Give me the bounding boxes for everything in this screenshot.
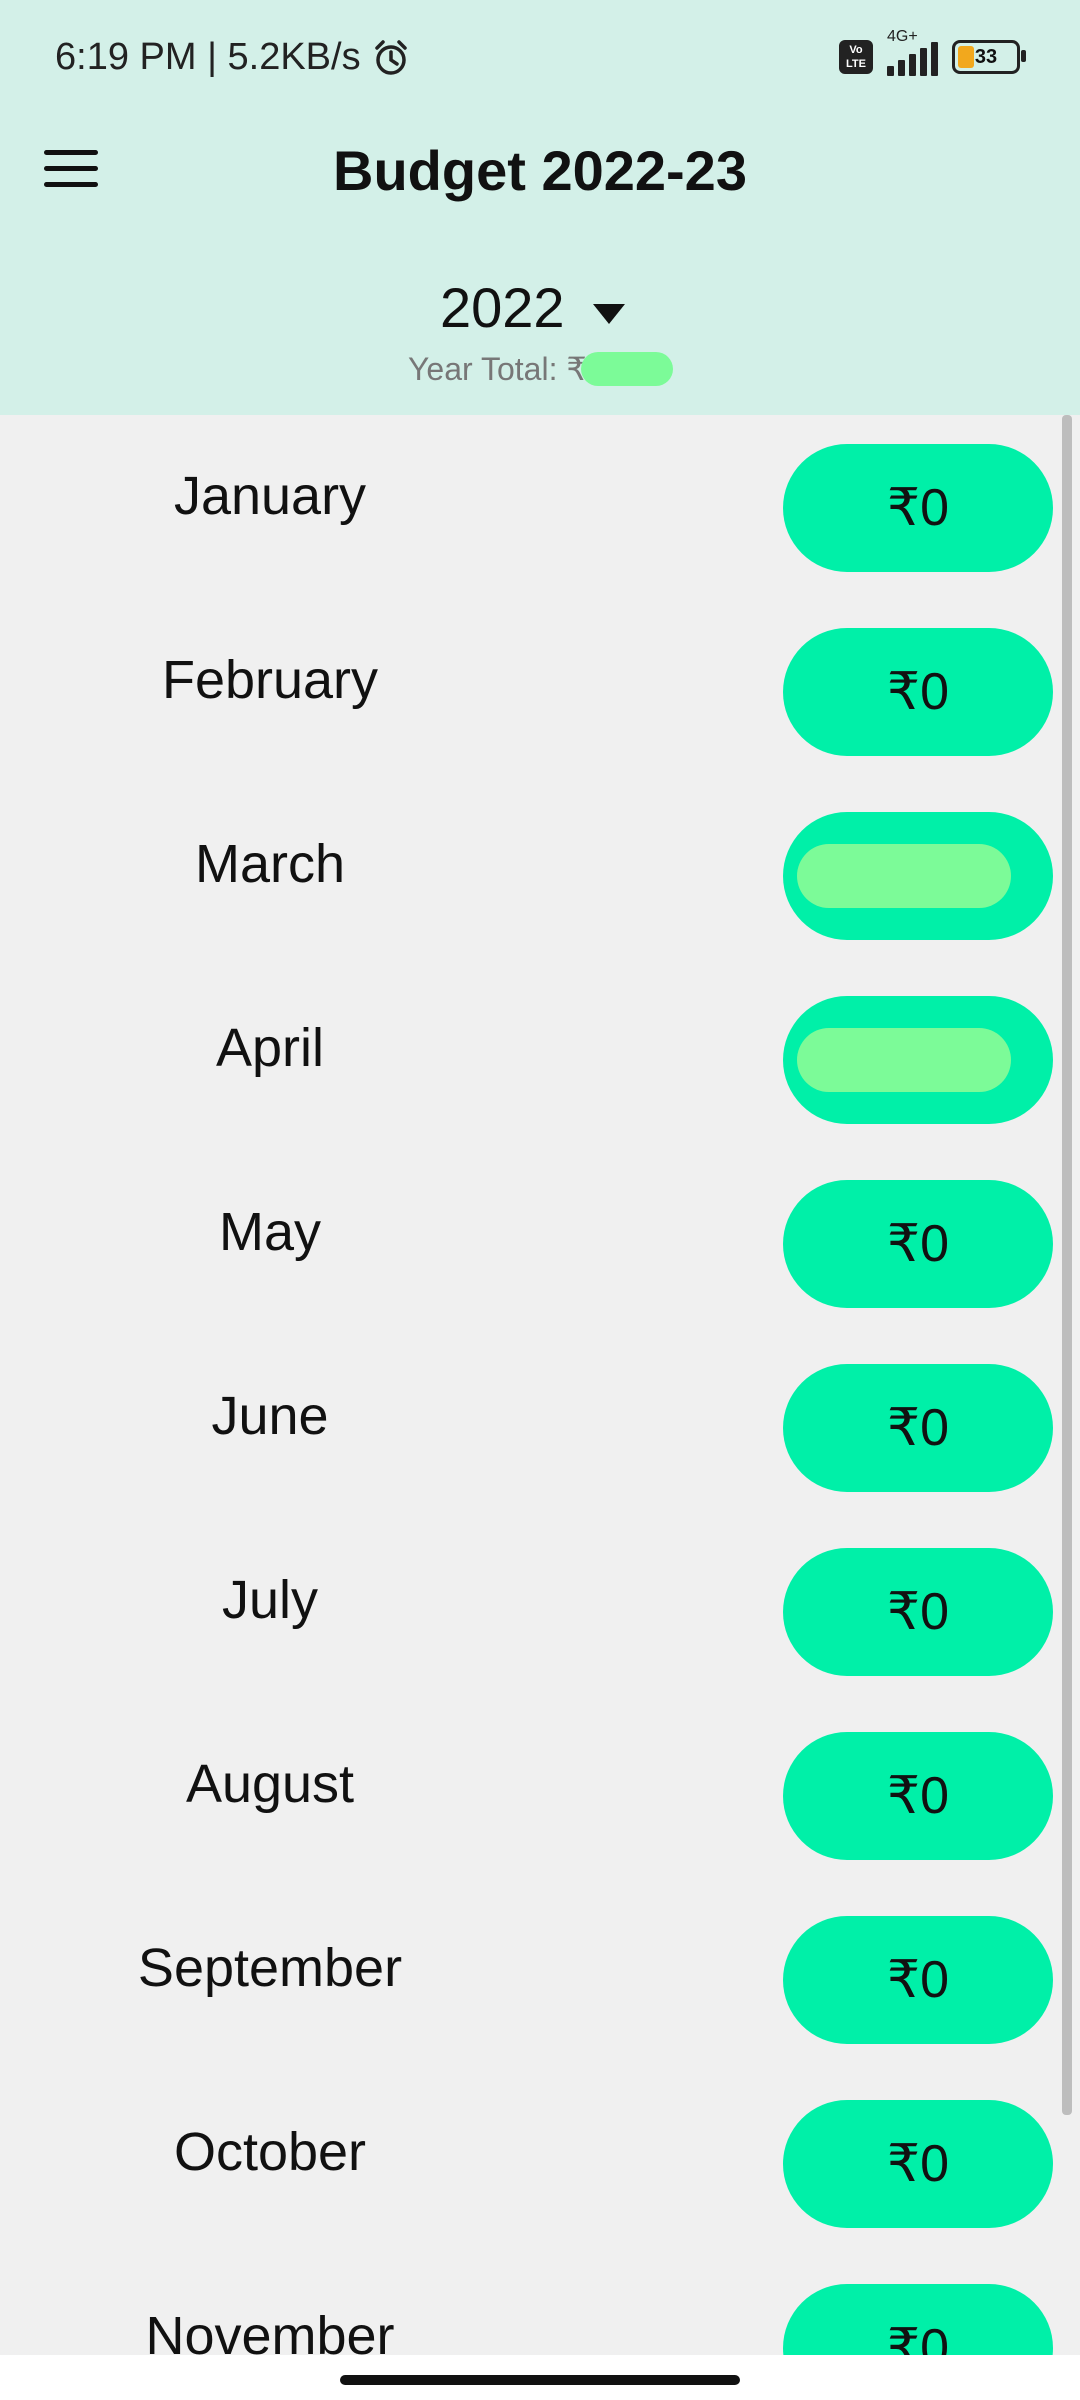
amount-value: ₹0 (886, 1583, 949, 1641)
month-row: March (0, 783, 1080, 967)
year-total-redacted (580, 352, 673, 386)
month-amount-button[interactable]: ₹0 (783, 1732, 1053, 1860)
month-row: October ₹0 (0, 2071, 1080, 2255)
redacted-amount (797, 844, 1011, 908)
amount-value: ₹0 (886, 479, 949, 537)
month-label: November (145, 2306, 395, 2355)
amount-value: ₹0 (886, 1951, 949, 2009)
status-time: 6:19 PM | 5.2KB/s (55, 36, 361, 78)
signal-icon: 4G+ (887, 28, 938, 76)
redacted-amount (797, 1028, 1011, 1092)
month-row: August ₹0 (0, 1703, 1080, 1887)
amount-value: ₹0 (886, 1767, 949, 1825)
month-list[interactable]: January ₹0 February ₹0 March April May ₹0 June ₹0… (0, 415, 1080, 2355)
month-amount-button[interactable]: ₹0 (783, 444, 1053, 572)
month-label: July (221, 1570, 319, 1630)
month-amount-button[interactable]: ₹0 (783, 628, 1053, 756)
month-label: February (161, 650, 379, 710)
alarm-icon (374, 39, 407, 75)
home-indicator[interactable] (340, 2375, 740, 2385)
dropdown-arrow-icon (592, 303, 625, 324)
amount-value: ₹0 (886, 1399, 949, 1457)
month-label: October (173, 2122, 367, 2182)
month-row: July ₹0 (0, 1519, 1080, 1703)
month-label: January (173, 466, 367, 526)
battery-level: 33 (974, 45, 998, 68)
month-amount-button[interactable]: ₹0 (783, 1364, 1053, 1492)
header: 6:19 PM | 5.2KB/s Vo LTE 4G+ 33 Budget 2… (0, 0, 1080, 415)
status-right: Vo LTE 4G+ 33 (839, 28, 1026, 76)
status-bar: 6:19 PM | 5.2KB/s Vo LTE 4G+ 33 (0, 0, 1080, 120)
month-amount-button[interactable]: ₹0 (783, 2284, 1053, 2355)
month-row: June ₹0 (0, 1335, 1080, 1519)
month-label: August (185, 1754, 355, 1814)
navigation-bar (0, 2355, 1080, 2400)
month-amount-button[interactable] (783, 812, 1053, 940)
scrollbar[interactable] (1062, 415, 1072, 2115)
month-label: April (215, 1018, 325, 1078)
month-amount-button[interactable]: ₹0 (783, 2100, 1053, 2228)
amount-value: ₹0 (886, 663, 949, 721)
network-type: 4G+ (887, 28, 918, 45)
month-row: February ₹0 (0, 599, 1080, 783)
month-label: September (137, 1938, 403, 1998)
year-dropdown[interactable]: 2022 (440, 275, 625, 340)
month-label: May (218, 1202, 321, 1262)
month-row: May ₹0 (0, 1151, 1080, 1335)
month-row: April (0, 967, 1080, 1151)
month-label: June (211, 1386, 329, 1446)
app-bar: Budget 2022-23 (0, 120, 1080, 230)
month-label: March (194, 834, 346, 894)
month-row: September ₹0 (0, 1887, 1080, 2071)
month-row: January ₹0 (0, 415, 1080, 599)
month-amount-button[interactable] (783, 996, 1053, 1124)
year-total-label: Year Total: ₹ (408, 351, 587, 387)
year-total: Year Total: ₹ (408, 350, 673, 388)
status-left: 6:19 PM | 5.2KB/s (55, 36, 411, 79)
volte-icon: Vo LTE (839, 40, 873, 74)
battery-icon: 33 (952, 40, 1026, 74)
amount-value: ₹0 (886, 1215, 949, 1273)
amount-value: ₹0 (886, 2135, 949, 2193)
month-amount-button[interactable]: ₹0 (783, 1548, 1053, 1676)
page-title: Budget 2022-23 (333, 139, 747, 202)
month-amount-button[interactable]: ₹0 (783, 1180, 1053, 1308)
month-amount-button[interactable]: ₹0 (783, 1916, 1053, 2044)
month-row: November ₹0 (0, 2255, 1080, 2355)
year-value: 2022 (440, 276, 565, 339)
amount-value: ₹0 (886, 2319, 949, 2355)
